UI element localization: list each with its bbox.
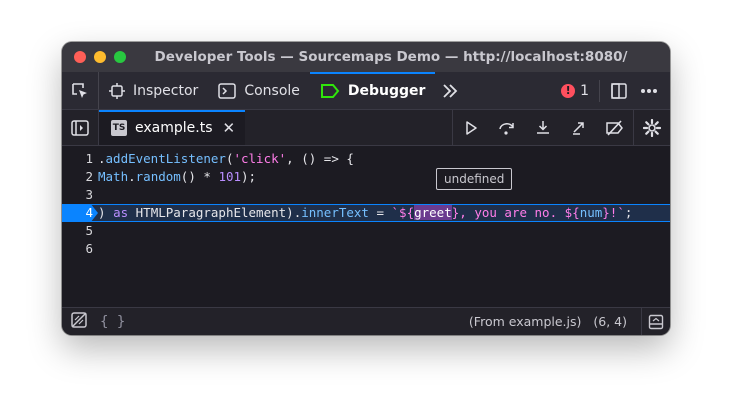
code-token: `${ <box>391 205 415 220</box>
footer-right: (From example.js) (6, 4) <box>469 308 670 335</box>
error-count: 1 <box>580 82 589 99</box>
code-token: ); <box>241 169 257 184</box>
line-number[interactable]: 2 <box>62 168 93 186</box>
devtools-window: Developer Tools — Sourcemaps Demo — http… <box>62 42 670 335</box>
code-line[interactable]: 2 Math.random() * 101); <box>62 168 670 186</box>
error-count-button[interactable]: ! 1 <box>551 79 600 102</box>
code-line[interactable]: 5 <box>62 222 670 240</box>
highlighted-token: greet <box>414 205 452 220</box>
editor-footer: { } (From example.js) (6, 4) <box>62 307 670 335</box>
code-text: Math.random() * 101); <box>98 168 256 186</box>
code-token: () * <box>180 169 219 184</box>
close-tab-icon[interactable]: ✕ <box>223 119 236 137</box>
pretty-print-button[interactable]: { } <box>100 314 125 330</box>
source-tabs-bar: TS example.ts ✕ <box>62 110 670 146</box>
step-out-icon <box>573 121 584 135</box>
toggle-sources-panel-button[interactable] <box>62 110 99 145</box>
line-number[interactable]: 3 <box>62 186 93 204</box>
breakpoint-off-icon <box>606 119 623 136</box>
debugger-settings-button[interactable] <box>634 110 670 145</box>
inspector-icon <box>109 82 125 99</box>
console-icon <box>218 82 237 99</box>
code-token: }!` <box>602 205 625 220</box>
blackbox-source-button[interactable] <box>70 311 88 332</box>
code-text: ) as HTMLParagraphElement).innerText = `… <box>98 204 632 222</box>
step-in-button[interactable] <box>525 110 561 145</box>
code-token: num <box>579 205 603 220</box>
more-options-button[interactable] <box>634 72 664 109</box>
tab-inspector-label: Inspector <box>133 82 199 99</box>
code-token: random <box>135 169 181 184</box>
code-token: Math <box>98 169 129 184</box>
code-token: = <box>368 205 392 220</box>
code-token: addEventListener <box>105 151 226 166</box>
cursor-position: (6, 4) <box>593 314 627 329</box>
resume-button[interactable] <box>453 110 489 145</box>
error-icon: ! <box>561 83 576 98</box>
tab-console-label: Console <box>244 82 300 99</box>
variable-preview-tooltip: undefined <box>436 168 513 190</box>
panel-bottom-icon <box>648 314 664 329</box>
source-tab-filename: example.ts <box>135 119 213 136</box>
code-token: , () => { <box>286 151 354 166</box>
play-icon <box>466 120 477 135</box>
code-token: as <box>113 205 129 220</box>
tab-console[interactable]: Console <box>208 72 310 109</box>
code-token: . <box>98 151 106 166</box>
responsive-design-icon <box>611 82 627 99</box>
element-picker-icon <box>72 82 87 98</box>
deactivate-breakpoints-button[interactable] <box>597 110 633 145</box>
responsive-design-button[interactable] <box>604 72 634 109</box>
more-tools-button[interactable] <box>435 72 465 109</box>
code-line[interactable]: 6 <box>62 240 670 258</box>
step-over-button[interactable] <box>489 110 525 145</box>
toggle-bottom-panel-button[interactable] <box>641 308 670 335</box>
code-token: . <box>128 169 136 184</box>
code-line[interactable]: 4 ) as HTMLParagraphElement).innerText = … <box>62 204 670 222</box>
debugger-controls <box>452 110 670 145</box>
toolbar-right: ! 1 <box>551 72 670 109</box>
double-chevron-right-icon <box>443 83 458 98</box>
step-in-icon <box>537 120 549 134</box>
ellipsis-icon <box>641 88 657 93</box>
code-line[interactable]: 3 <box>62 186 670 204</box>
code-text: .addEventListener('click', () => { <box>98 150 354 168</box>
code-line[interactable]: 1 .addEventListener('click', () => { <box>62 150 670 168</box>
title-bar: Developer Tools — Sourcemaps Demo — http… <box>62 42 670 72</box>
code-token: innerText <box>301 205 369 220</box>
element-picker-button[interactable] <box>62 72 99 109</box>
code-token: 'click' <box>233 151 287 166</box>
code-editor[interactable]: 1 .addEventListener('click', () => { 2 Math… <box>62 146 670 308</box>
debugger-icon <box>320 83 340 98</box>
original-source-link[interactable]: (From example.js) <box>469 314 581 329</box>
code-token: }, you are no. ${ <box>451 205 580 220</box>
devtools-toolbar: Inspector Console Debugger ! 1 <box>62 72 670 110</box>
step-over-icon <box>499 122 514 135</box>
line-number[interactable]: 1 <box>62 150 93 168</box>
sidebar-toggle-icon <box>71 119 89 136</box>
window-title: Developer Tools — Sourcemaps Demo — http… <box>154 49 628 65</box>
tab-inspector[interactable]: Inspector <box>99 72 208 109</box>
code-token: ) <box>98 205 114 220</box>
source-tab-example-ts[interactable]: TS example.ts ✕ <box>99 110 246 145</box>
tab-debugger[interactable]: Debugger <box>309 72 436 109</box>
blackbox-icon <box>71 312 87 328</box>
code-token: ; <box>624 205 633 220</box>
step-out-button[interactable] <box>561 110 597 145</box>
line-number[interactable]: 4 <box>62 204 93 222</box>
gear-icon <box>643 118 661 137</box>
typescript-file-icon: TS <box>111 119 127 136</box>
line-number[interactable]: 6 <box>62 240 93 258</box>
code-token: HTMLParagraphElement). <box>128 205 302 220</box>
tab-debugger-label: Debugger <box>347 82 426 99</box>
line-number[interactable]: 5 <box>62 222 93 240</box>
code-token: 101 <box>218 169 242 184</box>
